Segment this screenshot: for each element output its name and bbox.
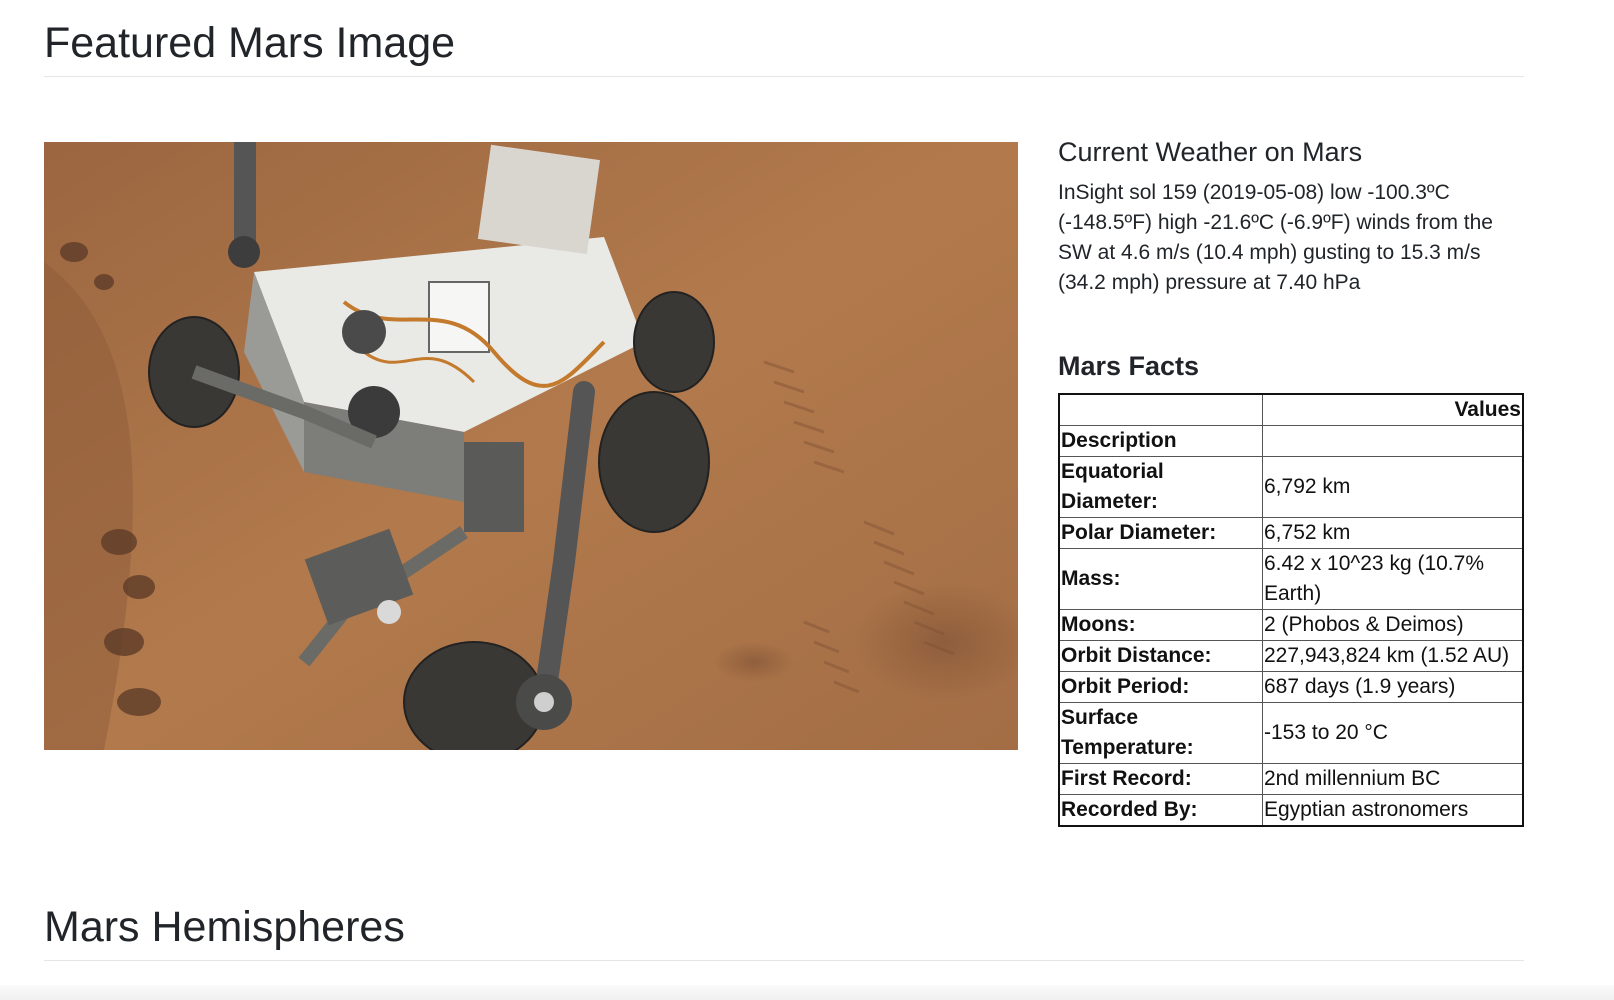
fact-key: Orbit Distance: <box>1058 639 1263 672</box>
hemispheres-title: Mars Hemispheres <box>44 903 405 951</box>
page: Featured Mars Image Current Weather on M… <box>44 0 1524 1000</box>
mars-facts-table: Values Description Equatorial Diameter: … <box>1058 392 1524 827</box>
fact-key: Polar Diameter: <box>1058 516 1263 549</box>
table-row: Mass: 6.42 x 10^23 kg (10.7% Earth) <box>1058 547 1524 610</box>
table-row: First Record: 2nd millennium BC <box>1058 762 1524 795</box>
fact-value: 2 (Phobos & Deimos) <box>1262 608 1524 641</box>
fact-key: Equatorial Diameter: <box>1058 455 1263 518</box>
header-empty-cell <box>1058 393 1263 426</box>
fact-key: Orbit Period: <box>1058 670 1263 703</box>
featured-mars-image[interactable] <box>44 142 1018 750</box>
rover-image-illustration <box>44 142 1018 750</box>
weather-text: InSight sol 159 (2019-05-08) low -100.3º… <box>1058 181 1493 295</box>
header-values: Values <box>1262 393 1524 426</box>
table-row: Equatorial Diameter: 6,792 km <box>1058 455 1524 518</box>
table-header-row: Values <box>1058 393 1524 426</box>
description-empty-cell <box>1262 424 1524 457</box>
table-row: Polar Diameter: 6,752 km <box>1058 516 1524 549</box>
fact-value: Egyptian astronomers <box>1262 793 1524 827</box>
facts-title: Mars Facts <box>1058 351 1200 382</box>
fact-key: First Record: <box>1058 762 1263 795</box>
fact-value: 6,792 km <box>1262 455 1524 518</box>
fact-value: 687 days (1.9 years) <box>1262 670 1524 703</box>
fact-key: Recorded By: <box>1058 793 1263 827</box>
fact-value: 6,752 km <box>1262 516 1524 549</box>
hemispheres-header: Mars Hemispheres <box>44 906 1524 961</box>
window-bottom-edge <box>0 985 1614 1000</box>
fact-key: Moons: <box>1058 608 1263 641</box>
fact-key: Mass: <box>1058 547 1263 610</box>
description-label: Description <box>1058 424 1263 457</box>
featured-header: Featured Mars Image <box>44 22 1524 77</box>
table-row-description: Description <box>1058 424 1524 457</box>
table-row: Surface Temperature: -153 to 20 °C <box>1058 701 1524 764</box>
sidebar: Current Weather on Mars InSight sol 159 … <box>1058 136 1524 827</box>
fact-key: Surface Temperature: <box>1058 701 1263 764</box>
fact-value: 6.42 x 10^23 kg (10.7% Earth) <box>1262 547 1524 610</box>
weather-title: Current Weather on Mars <box>1058 137 1363 167</box>
table-row: Orbit Distance: 227,943,824 km (1.52 AU) <box>1058 639 1524 672</box>
table-row: Orbit Period: 687 days (1.9 years) <box>1058 670 1524 703</box>
fact-value: 2nd millennium BC <box>1262 762 1524 795</box>
fact-value: -153 to 20 °C <box>1262 701 1524 764</box>
featured-title: Featured Mars Image <box>44 19 456 67</box>
table-row: Moons: 2 (Phobos & Deimos) <box>1058 608 1524 641</box>
fact-value: 227,943,824 km (1.52 AU) <box>1262 639 1524 672</box>
table-row: Recorded By: Egyptian astronomers <box>1058 793 1524 827</box>
